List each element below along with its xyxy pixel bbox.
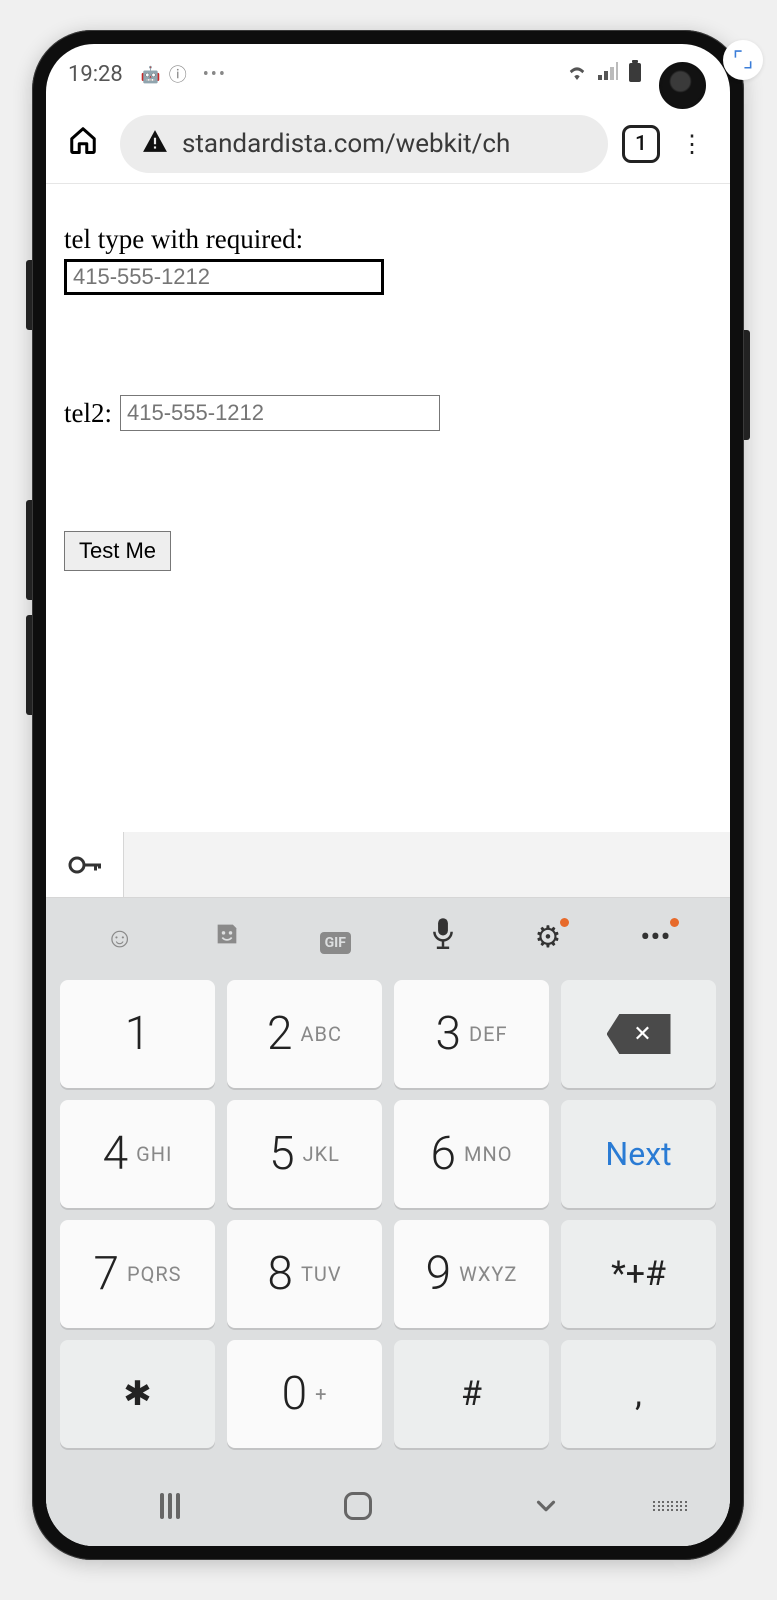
battery-icon — [628, 60, 642, 88]
signal-icon — [598, 62, 618, 86]
key-star[interactable]: ✱ — [60, 1340, 215, 1448]
info-icon: ⓘ — [169, 61, 187, 87]
keyboard-toolbar: ☺ GIF ⚙ ••• — [46, 898, 730, 976]
key-backspace[interactable]: ✕ — [561, 980, 716, 1088]
nav-recents-button[interactable] — [76, 1493, 264, 1519]
gif-icon[interactable]: GIF — [320, 921, 351, 954]
tabs-button[interactable]: 1 — [622, 125, 660, 163]
url-bar[interactable]: standardista.com/webkit/ch — [120, 115, 608, 173]
tel2-input[interactable] — [120, 395, 440, 431]
key-4[interactable]: 4GHI — [60, 1100, 215, 1208]
phone-volume-down — [26, 615, 32, 715]
phone-power-button — [744, 330, 750, 440]
wifi-icon — [566, 62, 588, 86]
system-nav-bar — [46, 1466, 730, 1546]
backspace-icon: ✕ — [607, 1014, 671, 1054]
browser-toolbar: standardista.com/webkit/ch 1 ⋮ — [46, 104, 730, 184]
tel-required-input[interactable] — [64, 259, 384, 295]
test-me-button[interactable]: Test Me — [64, 531, 171, 571]
web-page-content: tel type with required: tel2: Test Me — [46, 184, 730, 832]
phone-frame: 19:28 ⓘ ••• — [32, 30, 744, 1560]
emoji-icon[interactable]: ☺ — [105, 921, 134, 954]
security-warning-icon — [142, 129, 168, 159]
key-8[interactable]: 8TUV — [227, 1220, 382, 1328]
more-notifications-icon: ••• — [203, 64, 227, 85]
key-0[interactable]: 0+ — [227, 1340, 382, 1448]
key-6[interactable]: 6MNO — [394, 1100, 549, 1208]
autofill-bar — [46, 832, 730, 898]
screenshot-crop-icon[interactable]: ⌜⌟ — [723, 40, 763, 80]
key-5[interactable]: 5JKL — [227, 1100, 382, 1208]
tel2-field-label: tel2: — [64, 398, 112, 429]
mic-icon[interactable] — [430, 917, 456, 957]
front-camera — [659, 62, 706, 109]
home-button[interactable] — [60, 119, 106, 169]
browser-menu-button[interactable]: ⋮ — [674, 124, 710, 164]
keyboard-keys: 1 2ABC 3DEF ✕ 4GHI 5JKL 6MNO Next 7PQRS … — [46, 976, 730, 1466]
url-text: standardista.com/webkit/ch — [182, 129, 510, 159]
soft-keyboard: ☺ GIF ⚙ ••• 1 2ABC 3DEF ✕ 4GHI 5JKL 6MNO — [46, 898, 730, 1546]
key-next[interactable]: Next — [561, 1100, 716, 1208]
key-hash[interactable]: # — [394, 1340, 549, 1448]
status-time: 19:28 — [68, 62, 123, 87]
key-3[interactable]: 3DEF — [394, 980, 549, 1088]
status-bar: 19:28 ⓘ ••• — [46, 44, 730, 104]
keyboard-more-icon[interactable]: ••• — [640, 920, 670, 955]
key-symbols[interactable]: *+# — [561, 1220, 716, 1328]
key-2[interactable]: 2ABC — [227, 980, 382, 1088]
android-icon — [141, 64, 161, 85]
nav-back-button[interactable] — [452, 1491, 640, 1521]
tel-field-label: tel type with required: — [64, 224, 712, 255]
key-1[interactable]: 1 — [60, 980, 215, 1088]
phone-side-button — [26, 260, 32, 330]
keyboard-hide-icon[interactable] — [640, 1501, 700, 1511]
nav-home-button[interactable] — [264, 1492, 452, 1520]
key-9[interactable]: 9WXYZ — [394, 1220, 549, 1328]
phone-screen: 19:28 ⓘ ••• — [46, 44, 730, 1546]
gear-icon[interactable]: ⚙ — [535, 920, 562, 955]
sticker-icon[interactable] — [213, 920, 241, 955]
key-comma[interactable]: , — [561, 1340, 716, 1448]
phone-volume-up — [26, 500, 32, 600]
key-7[interactable]: 7PQRS — [60, 1220, 215, 1328]
password-key-icon[interactable] — [46, 832, 124, 897]
